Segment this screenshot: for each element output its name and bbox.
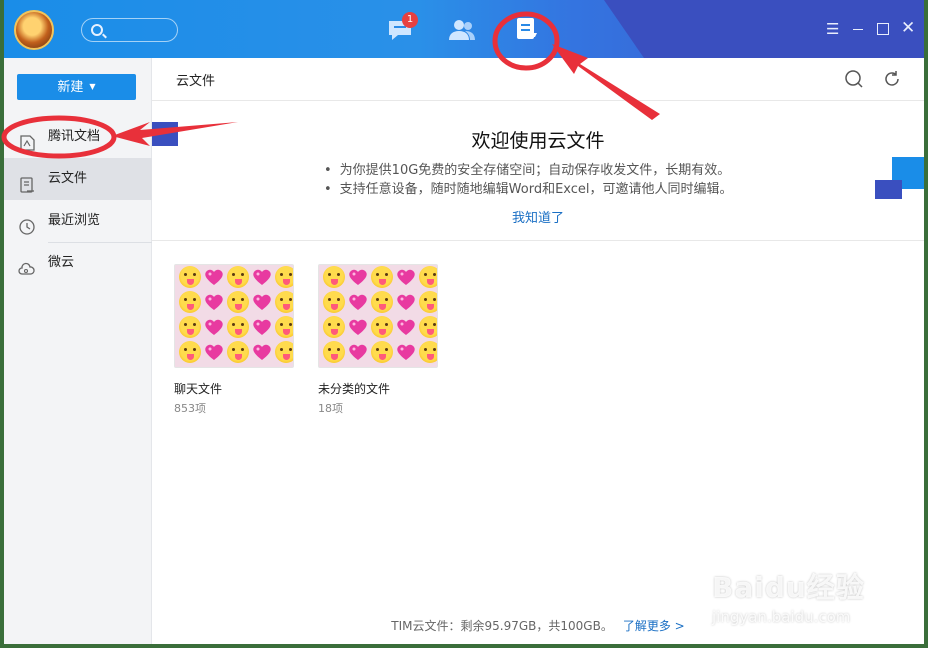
got-it-link[interactable]: 我知道了 (152, 207, 924, 226)
main-panel: 云文件 欢迎使用云文件 • 为你提供10G免费的安全存储空间；自动保存收发文件，长… (152, 58, 924, 644)
tongue-face-emoji-icon (323, 341, 345, 363)
folder-count: 18项 (318, 402, 343, 415)
emoji-grid (178, 265, 293, 365)
tongue-face-emoji-icon (323, 316, 345, 338)
heart-emoji-icon (395, 291, 417, 313)
tongue-face-emoji-icon (179, 266, 201, 288)
heart-emoji-icon (251, 341, 273, 363)
close-icon[interactable]: ✕ (901, 20, 915, 37)
folder-chat-files[interactable]: 聊天文件 853项 (174, 264, 294, 416)
heart-emoji-icon (203, 291, 225, 313)
tongue-face-emoji-icon (227, 291, 249, 313)
avatar[interactable] (14, 10, 54, 50)
new-button-label: 新建 (57, 80, 84, 95)
weiyun-icon (18, 254, 36, 275)
title-bar: 1 ☰ ✕ (4, 0, 924, 58)
tongue-face-emoji-icon (275, 341, 293, 363)
breadcrumb: 云文件 (176, 74, 216, 89)
heart-emoji-icon (251, 266, 273, 288)
sidebar-item-label: 最近浏览 (48, 213, 101, 228)
tongue-face-emoji-icon (419, 291, 437, 313)
tongue-face-emoji-icon (371, 341, 393, 363)
tongue-face-emoji-icon (371, 291, 393, 313)
sidebar-item-recent[interactable]: 最近浏览 (4, 200, 152, 242)
heart-emoji-icon (251, 291, 273, 313)
cloud-file-icon (18, 170, 36, 193)
sidebar: 新建 ▼ 腾讯文档 云文件 最近浏览 微云 (4, 58, 152, 644)
heart-emoji-icon (347, 266, 369, 288)
tongue-face-emoji-icon (179, 341, 201, 363)
tim-window: 1 ☰ ✕ 新建 ▼ 腾讯文档 云文件 最近浏览 微云 云文件 欢迎使用云文件 … (4, 0, 924, 644)
documents-icon[interactable] (513, 16, 541, 40)
folder-thumbnail (174, 264, 294, 368)
welcome-divider (152, 240, 924, 241)
decoration-square (875, 180, 902, 199)
maximize-icon[interactable] (877, 23, 889, 35)
watermark-url: jingyan.baidu.com (712, 608, 851, 626)
tongue-face-emoji-icon (179, 291, 201, 313)
heart-emoji-icon (203, 316, 225, 338)
tongue-face-emoji-icon (419, 266, 437, 288)
tongue-face-emoji-icon (371, 316, 393, 338)
chevron-down-icon: ▼ (89, 82, 96, 91)
menu-icon[interactable]: ☰ (826, 22, 839, 37)
heart-emoji-icon (395, 341, 417, 363)
tongue-face-emoji-icon (371, 266, 393, 288)
title-bar-decoration (604, 0, 924, 58)
tongue-face-emoji-icon (275, 291, 293, 313)
tongue-face-emoji-icon (323, 266, 345, 288)
heart-emoji-icon (347, 291, 369, 313)
heart-emoji-icon (251, 316, 273, 338)
clock-icon (18, 212, 36, 235)
search-icon[interactable] (844, 69, 864, 89)
tencent-docs-icon (18, 128, 36, 151)
storage-text: TIM云文件：剩余95.97GB，共100GB。 (391, 619, 613, 633)
learn-more-link[interactable]: 了解更多 > (623, 619, 685, 633)
notification-badge: 1 (402, 12, 418, 28)
heart-emoji-icon (203, 341, 225, 363)
tongue-face-emoji-icon (227, 316, 249, 338)
tongue-face-emoji-icon (275, 266, 293, 288)
tongue-face-emoji-icon (227, 341, 249, 363)
heart-emoji-icon (395, 316, 417, 338)
tongue-face-emoji-icon (227, 266, 249, 288)
heart-emoji-icon (347, 341, 369, 363)
tongue-face-emoji-icon (323, 291, 345, 313)
folder-thumbnail (318, 264, 438, 368)
search-box[interactable] (81, 18, 178, 42)
folder-name: 未分类的文件 (318, 382, 391, 396)
tongue-face-emoji-icon (179, 316, 201, 338)
sidebar-item-label: 云文件 (48, 171, 88, 186)
baidu-watermark: Baidu经验 jingyan.baidu.com (712, 566, 865, 626)
sidebar-item-weiyun[interactable]: 微云 (4, 242, 152, 284)
welcome-title: 欢迎使用云文件 (471, 130, 605, 152)
info-bullet: • 为你提供10G免费的安全存储空间；自动保存收发文件，长期有效。 (324, 163, 731, 178)
header-divider (152, 100, 924, 101)
folder-count: 853项 (174, 402, 206, 415)
minimize-icon[interactable] (853, 29, 863, 30)
tongue-face-emoji-icon (419, 316, 437, 338)
search-icon (91, 24, 103, 36)
sidebar-item-cloud-file[interactable]: 云文件 (4, 158, 152, 200)
sidebar-item-label: 腾讯文档 (48, 129, 101, 144)
tongue-face-emoji-icon (275, 316, 293, 338)
tongue-face-emoji-icon (419, 341, 437, 363)
sidebar-item-label: 微云 (48, 255, 75, 270)
new-button[interactable]: 新建 ▼ (17, 74, 136, 100)
refresh-icon[interactable] (882, 69, 902, 89)
info-bullet: • 支持任意设备，随时随地编辑Word和Excel，可邀请他人同时编辑。 (324, 182, 733, 197)
folder-name: 聊天文件 (174, 382, 223, 396)
contacts-icon[interactable] (448, 18, 476, 42)
sidebar-item-tencent-docs[interactable]: 腾讯文档 (4, 116, 152, 158)
folder-uncategorized[interactable]: 未分类的文件 18项 (318, 264, 438, 416)
watermark-brand: Baidu经验 (712, 571, 865, 604)
emoji-grid (322, 265, 437, 365)
heart-emoji-icon (203, 266, 225, 288)
heart-emoji-icon (347, 316, 369, 338)
heart-emoji-icon (395, 266, 417, 288)
